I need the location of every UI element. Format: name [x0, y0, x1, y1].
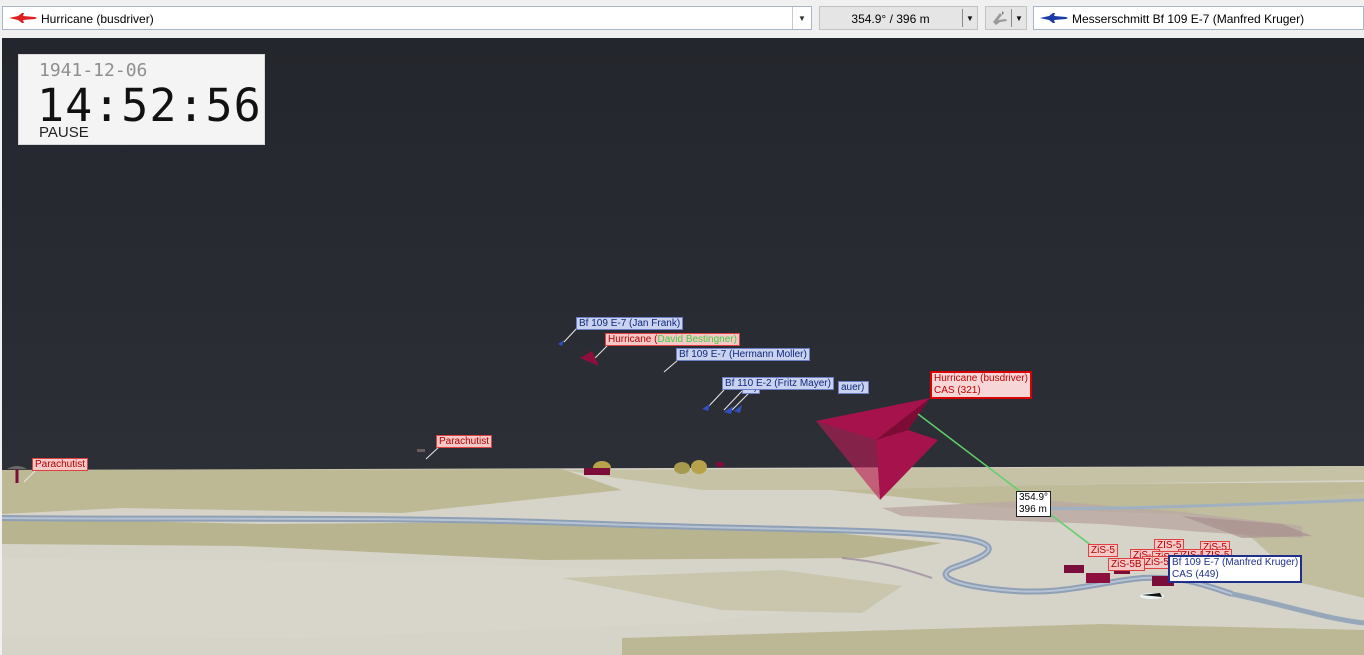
unit-label-hurricane-other[interactable]: Hurricane (David Bestingner)	[605, 333, 740, 346]
date-display: 1941-12-06	[39, 60, 148, 81]
unit-label-bf110-fritz[interactable]: Bf 110 E-2 (Fritz Mayer)	[722, 377, 834, 390]
target-aircraft-status: CAS (449)	[1172, 569, 1219, 580]
unit-label-zis[interactable]: ZiS-5	[1088, 544, 1118, 557]
own-aircraft-name: Hurricane (busdriver)	[934, 373, 1028, 384]
own-aircraft-select[interactable]: Hurricane (busdriver) ▼	[2, 6, 812, 30]
aircraft-camera-icon	[993, 11, 1007, 25]
chevron-down-icon[interactable]: ▼	[792, 7, 811, 29]
target-aircraft-select[interactable]: Messerschmitt Bf 109 E-7 (Manfred Kruger…	[1033, 6, 1364, 30]
own-aircraft-label: Hurricane (busdriver)	[41, 12, 154, 26]
distance-range: 396 m	[1019, 504, 1047, 515]
unit-label-parachutist-mid[interactable]: Parachutist	[436, 435, 493, 448]
unit-label-bf109-jan[interactable]: Bf 109 E-7 (Jan Frank)	[576, 317, 684, 330]
distance-bearing: 354.9°	[1019, 492, 1049, 503]
target-aircraft-label: Messerschmitt Bf 109 E-7 (Manfred Kruger…	[1072, 12, 1305, 26]
red-plane-icon	[9, 13, 37, 23]
unit-label-zis[interactable]: ZiS-5B	[1108, 558, 1145, 571]
unit-label-prefix: Hurricane (	[608, 334, 658, 345]
unit-label-hidden-tail[interactable]: auer)	[838, 381, 870, 394]
blue-plane-icon	[1040, 13, 1068, 23]
unit-label-parachutist-left[interactable]: Parachutist	[32, 458, 89, 471]
distance-tag: 354.9° 396 m	[1016, 491, 1052, 517]
bearing-range-button[interactable]: 354.9° / 396 m ▼	[819, 6, 978, 30]
chevron-down-icon[interactable]: ▼	[1011, 9, 1026, 27]
target-aircraft-name: Bf 109 E-7 (Manfred Kruger)	[1172, 557, 1299, 568]
chevron-down-icon[interactable]: ▼	[962, 9, 977, 27]
unit-label-pilot: David Bestingner)	[657, 334, 737, 345]
time-panel: 1941-12-06 14:52:56 PAUSE	[18, 54, 265, 145]
own-aircraft-marker-label[interactable]: Hurricane (busdriver) CAS (321)	[930, 371, 1032, 399]
unit-label-bf109-hermann[interactable]: Bf 109 E-7 (Hermann Moller)	[676, 348, 810, 361]
playback-state: PAUSE	[39, 124, 89, 141]
toolbar: Hurricane (busdriver) ▼ 354.9° / 396 m ▼…	[0, 0, 1364, 38]
camera-mode-button[interactable]: ▼	[985, 6, 1027, 30]
own-aircraft-status: CAS (321)	[934, 385, 981, 396]
target-aircraft-marker-label[interactable]: Bf 109 E-7 (Manfred Kruger) CAS (449)	[1168, 555, 1303, 583]
bearing-range-value: 354.9° / 396 m	[851, 12, 930, 26]
3d-viewport[interactable]: 1941-12-06 14:52:56 PAUSE Bf 109 E-7 (Ja…	[2, 38, 1364, 655]
